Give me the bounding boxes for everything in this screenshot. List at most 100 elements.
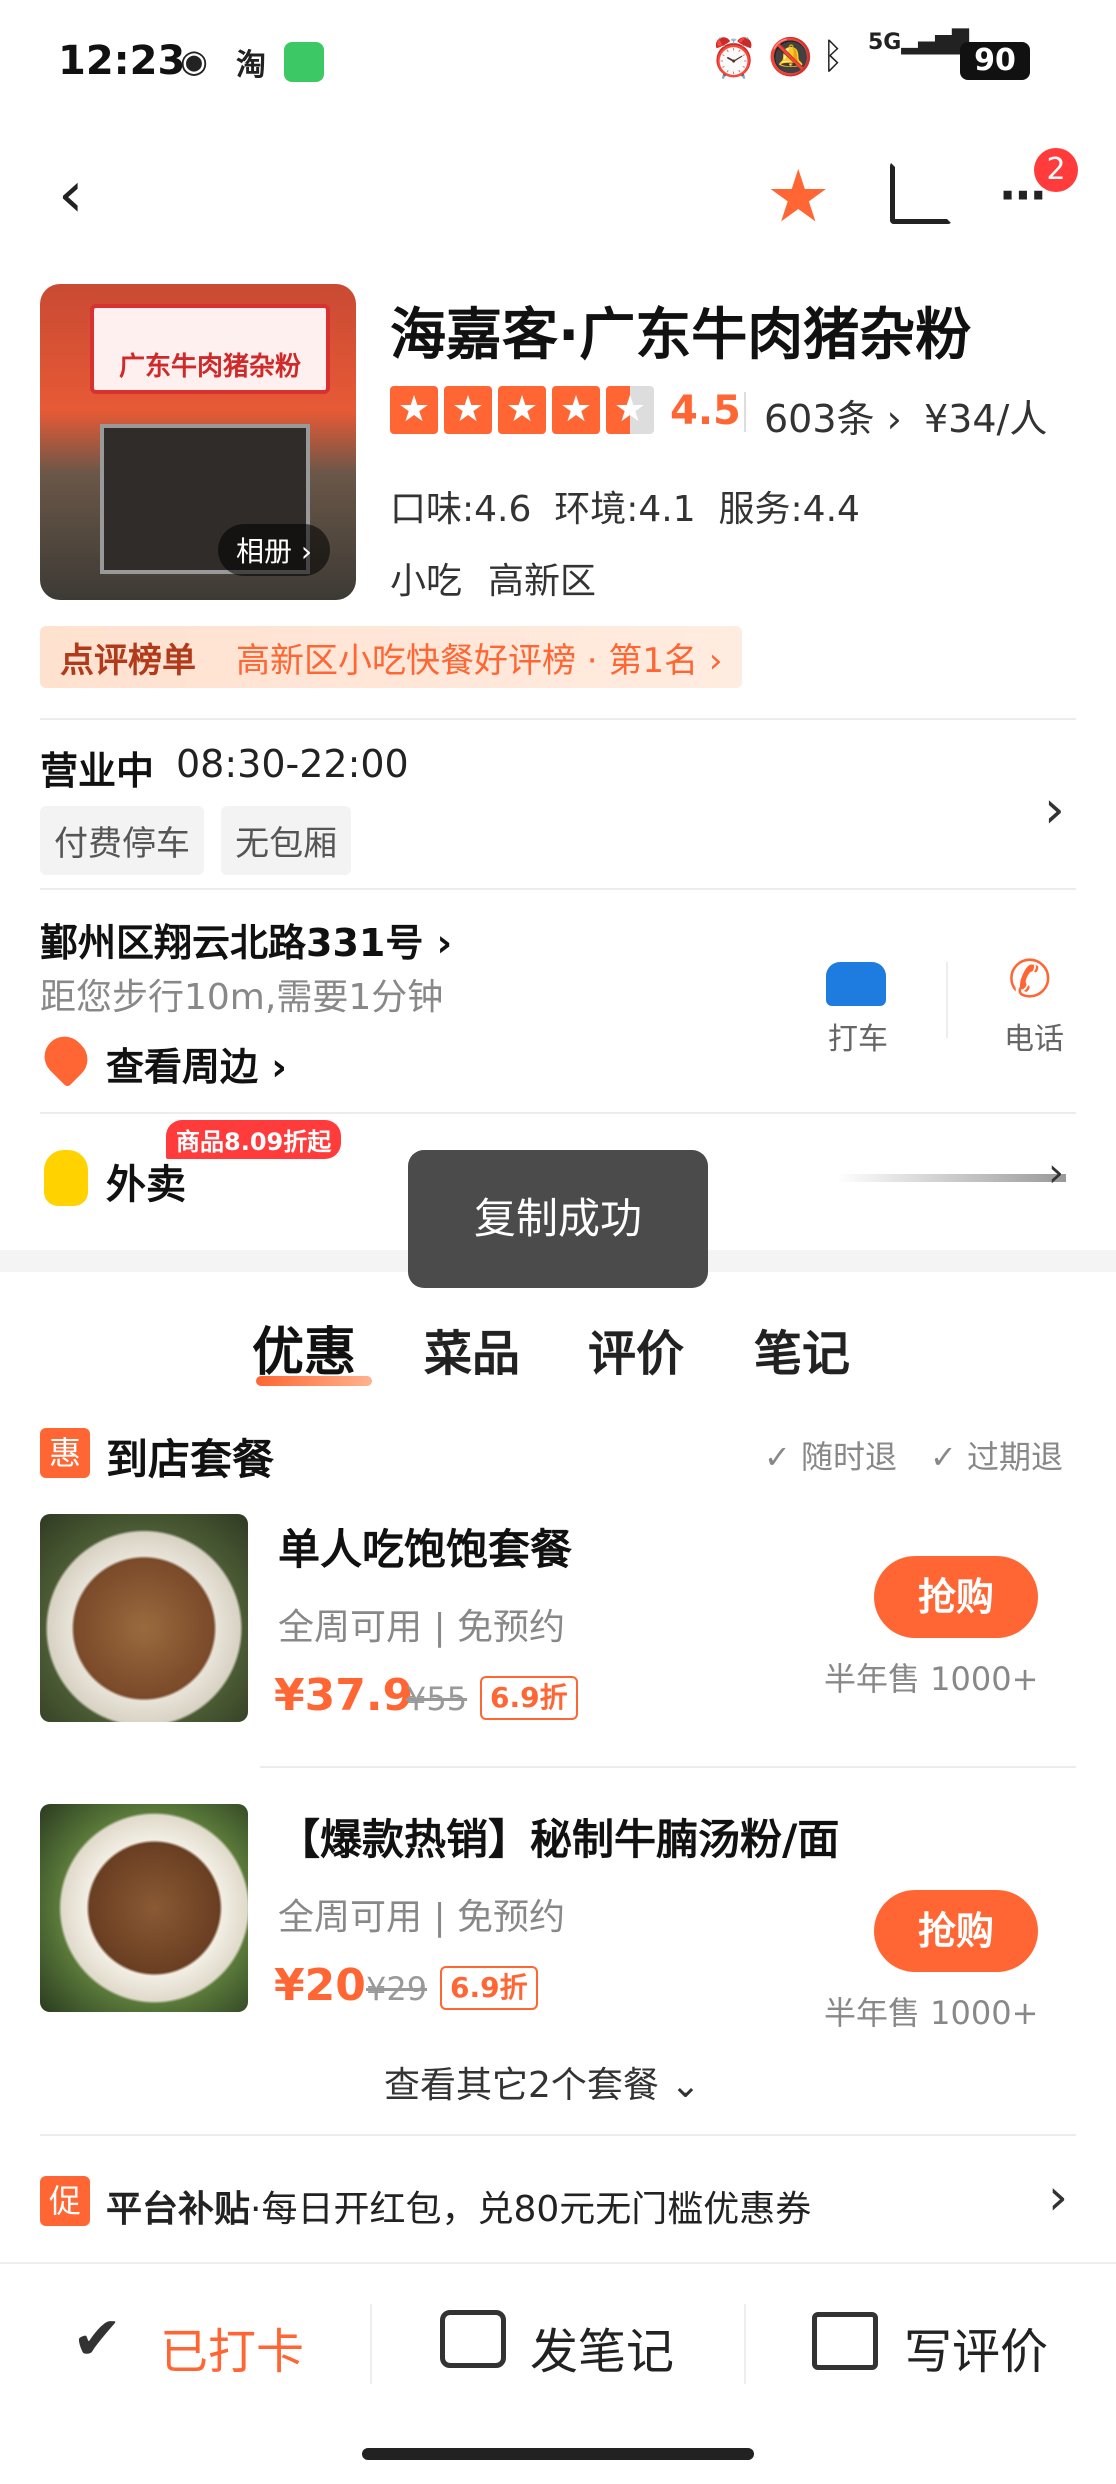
divider xyxy=(40,888,1076,890)
deal-desc: 全周可用 | 免预约 xyxy=(278,1897,566,1938)
deals-title: 到店套餐 xyxy=(106,1435,275,1484)
delivery-label[interactable]: 外卖 xyxy=(106,1152,186,1210)
write-review-button[interactable]: 写评价 xyxy=(904,2312,1048,2382)
promo-badge-icon: 促 xyxy=(40,2176,90,2226)
share-icon[interactable] xyxy=(890,162,952,224)
battery-icon: 90 xyxy=(960,42,1030,80)
post-note-button[interactable]: 发笔记 xyxy=(530,2312,674,2382)
divider xyxy=(40,1112,1076,1114)
ranking-text-value: 高新区小吃快餐好评榜 · 第1名 xyxy=(236,640,699,681)
ranking-text: 高新区小吃快餐好评榜 · 第1名 › xyxy=(236,640,723,681)
star-icon: ★ xyxy=(552,386,600,434)
refund-expired-label: 过期退 xyxy=(966,1438,1063,1476)
delivery-chevron-icon[interactable]: › xyxy=(1048,1150,1064,1196)
camera-plus-icon[interactable] xyxy=(440,2310,506,2368)
write-review-icon[interactable] xyxy=(812,2312,878,2370)
shop-name: 海嘉客·广东牛肉猪杂粉 xyxy=(390,303,972,368)
checkin-button[interactable]: 已打卡 xyxy=(160,2312,304,2382)
price-per-person: ¥34/人 xyxy=(924,397,1048,441)
home-indicator[interactable] xyxy=(362,2448,754,2460)
shop-district: 高新区 xyxy=(488,561,597,602)
phone-icon[interactable]: ✆ xyxy=(1008,950,1052,1010)
ranking-label: 点评榜单 xyxy=(60,640,196,681)
deal-sold: 半年售 1000+ xyxy=(824,1660,1039,1698)
divider xyxy=(744,2304,746,2384)
star-icon: ★ xyxy=(498,386,546,434)
car-icon[interactable] xyxy=(826,962,886,1006)
hours-chevron-icon[interactable]: › xyxy=(1044,780,1065,840)
weibo-icon: ◉ xyxy=(180,42,208,80)
facility-tags: 付费停车 无包厢 xyxy=(40,806,352,875)
divider xyxy=(40,2134,1076,2136)
deal-image[interactable] xyxy=(40,1514,248,1722)
deal-desc: 全周可用 | 免预约 xyxy=(278,1607,566,1648)
tab-notes[interactable]: 笔记 xyxy=(754,1314,850,1384)
half-star-icon: ★ xyxy=(606,386,654,434)
more-deals-link[interactable]: 查看其它2个套餐 ⌄ xyxy=(384,2056,701,2108)
checkin-icon[interactable]: ✔ xyxy=(72,2304,122,2374)
favorite-star-icon[interactable]: ★ xyxy=(766,160,831,232)
bluetooth-icon: ᛒ xyxy=(822,36,844,77)
shop-sign: 广东牛肉猪杂粉 xyxy=(90,304,330,394)
address-link[interactable]: 鄞州区翔云北路331号 › xyxy=(40,912,452,967)
tab-dishes[interactable]: 菜品 xyxy=(424,1314,520,1384)
divider xyxy=(370,2304,372,2384)
buy-button[interactable]: 抢购 xyxy=(874,1890,1038,1972)
open-hours: 08:30-22:00 xyxy=(176,742,409,786)
more-deals-label: 查看其它2个套餐 xyxy=(384,2065,659,2106)
nearby-link[interactable]: 查看周边 › xyxy=(106,1036,287,1091)
notification-badge: 2 xyxy=(1034,148,1078,192)
shop-category: 小吃 xyxy=(390,561,463,602)
mute-icon: 🔕 xyxy=(768,37,813,78)
album-label: 相册 xyxy=(236,535,293,568)
taxi-label[interactable]: 打车 xyxy=(828,1014,888,1058)
back-button[interactable]: ‹ xyxy=(58,158,84,232)
divider xyxy=(744,392,746,432)
refund-anytime-label: 随时退 xyxy=(800,1438,897,1476)
taobao-icon: 淘 xyxy=(236,48,266,83)
rating-score: 4.5 xyxy=(670,388,741,434)
deal-badge-icon: 惠 xyxy=(40,1428,90,1478)
divider xyxy=(40,718,1076,720)
deal-discount: 6.9折 xyxy=(440,1966,538,2010)
shop-photo[interactable]: 广东牛肉猪杂粉 相册 › xyxy=(40,284,356,600)
tab-deals[interactable]: 优惠 xyxy=(252,1310,356,1385)
subsidy-text: ·每日开红包，兑80元无门槛优惠券 xyxy=(250,2189,812,2230)
alarm-icon: ⏰ xyxy=(710,36,758,80)
deal-name[interactable]: 单人吃饱饱套餐 xyxy=(278,1516,572,1577)
tab-reviews[interactable]: 评价 xyxy=(588,1314,684,1384)
refund-anytime: ✓ 随时退 xyxy=(764,1438,897,1476)
star-icon: ★ xyxy=(444,386,492,434)
status-bar: 12:23 ◉ 淘 ⏰ 🔕 ᛒ 5G▂▄▆█ 90 xyxy=(0,0,1116,130)
deal-discount: 6.9折 xyxy=(480,1676,578,1720)
deal-name[interactable]: 【爆款热销】秘制牛腩汤粉/面 xyxy=(278,1806,839,1867)
phone-label[interactable]: 电话 xyxy=(1004,1014,1064,1058)
app-icon xyxy=(284,42,324,82)
delivery-kangaroo-icon xyxy=(44,1150,88,1206)
tag-no-room: 无包厢 xyxy=(221,806,352,875)
nearby-label: 查看周边 xyxy=(106,1045,259,1089)
buy-button[interactable]: 抢购 xyxy=(874,1556,1038,1638)
subsidy-chevron-icon[interactable]: › xyxy=(1048,2168,1068,2226)
signal-icon: 5G▂▄▆█ xyxy=(868,30,970,55)
deal-price: ¥20 xyxy=(274,1960,366,2011)
refund-expired: ✓ 过期退 xyxy=(930,1438,1063,1476)
star-icon: ★ xyxy=(390,386,438,434)
tag-parking: 付费停车 xyxy=(40,806,204,875)
bottom-action-bar: ✔ 已打卡 发笔记 写评价 xyxy=(0,2262,1116,2484)
deal-image[interactable] xyxy=(40,1804,248,2012)
deal-price: ¥37.9 xyxy=(274,1670,414,1721)
sub-scores: 口味:4.6 环境:4.1 服务:4.4 xyxy=(390,489,860,530)
review-count-link[interactable]: 603条 › xyxy=(764,388,902,443)
delivery-promo-badge: 商品8.09折起 xyxy=(166,1120,342,1159)
ranking-banner[interactable]: 点评榜单 高新区小吃快餐好评榜 · 第1名 › xyxy=(40,626,743,688)
address-distance: 距您步行10m,需要1分钟 xyxy=(40,977,444,1018)
album-button[interactable]: 相册 › xyxy=(218,524,331,576)
active-tab-indicator xyxy=(256,1376,372,1386)
subsidy-row[interactable]: 平台补贴·每日开红包，兑80元无门槛优惠券 xyxy=(106,2180,811,2232)
divider xyxy=(946,962,948,1038)
deal-sold: 半年售 1000+ xyxy=(824,1994,1039,2032)
review-count: 603条 xyxy=(764,397,875,441)
rating-stars: ★ ★ ★ ★ ★ xyxy=(390,386,654,434)
deal-original-price: ¥55 xyxy=(406,1680,468,1718)
